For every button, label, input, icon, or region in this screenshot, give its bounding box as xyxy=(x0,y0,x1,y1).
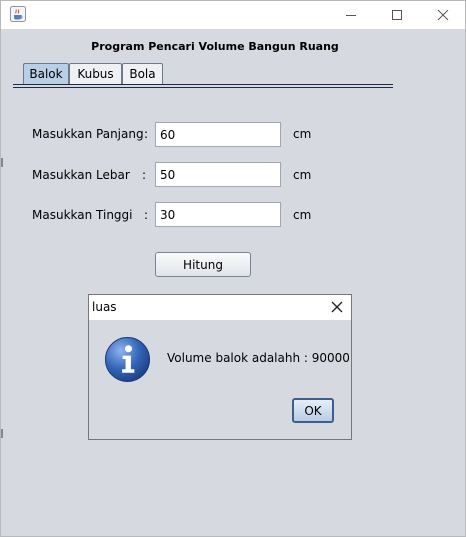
panjang-unit: cm xyxy=(293,127,312,141)
message-dialog: luas Volume balok adalahh : 90000 OK xyxy=(88,294,352,440)
main-window: Program Pencari Volume Bangun Ruang Balo… xyxy=(0,0,466,537)
dialog-message: Volume balok adalahh : 90000 xyxy=(167,351,350,365)
form-heading: Program Pencari Volume Bangun Ruang xyxy=(91,40,339,53)
close-icon xyxy=(437,9,449,21)
title-bar xyxy=(1,1,465,29)
tab-bola[interactable]: Bola xyxy=(122,63,163,84)
lebar-label: Masukkan Lebar xyxy=(32,168,130,182)
window-edge-mark-lower xyxy=(1,429,3,438)
ok-button[interactable]: OK xyxy=(292,398,334,423)
hitung-button[interactable]: Hitung xyxy=(155,252,251,277)
minimize-icon xyxy=(346,15,356,16)
tinggi-colon: : xyxy=(144,208,149,222)
lebar-colon: : xyxy=(142,168,147,182)
tinggi-input[interactable] xyxy=(155,202,281,227)
dialog-title: luas xyxy=(92,300,117,314)
dialog-close-icon[interactable] xyxy=(329,299,345,315)
java-cup-icon xyxy=(10,6,26,22)
tab-divider-lower xyxy=(13,87,393,88)
tab-divider xyxy=(13,84,393,85)
close-button[interactable] xyxy=(420,1,465,29)
tinggi-label: Masukkan Tinggi xyxy=(32,208,133,222)
panjang-colon: : xyxy=(144,127,149,141)
tab-balok[interactable]: Balok xyxy=(23,63,69,84)
maximize-button[interactable] xyxy=(374,1,420,29)
minimize-button[interactable] xyxy=(328,1,374,29)
panjang-input[interactable] xyxy=(155,122,281,147)
window-edge-mark xyxy=(1,158,3,167)
tab-kubus[interactable]: Kubus xyxy=(69,63,122,84)
dialog-title-bar: luas xyxy=(89,295,351,320)
info-icon xyxy=(104,336,151,383)
panjang-label: Masukkan Panjang xyxy=(32,127,144,141)
maximize-icon xyxy=(392,10,402,20)
lebar-input[interactable] xyxy=(155,162,281,187)
lebar-unit: cm xyxy=(293,168,312,182)
tinggi-unit: cm xyxy=(293,208,312,222)
